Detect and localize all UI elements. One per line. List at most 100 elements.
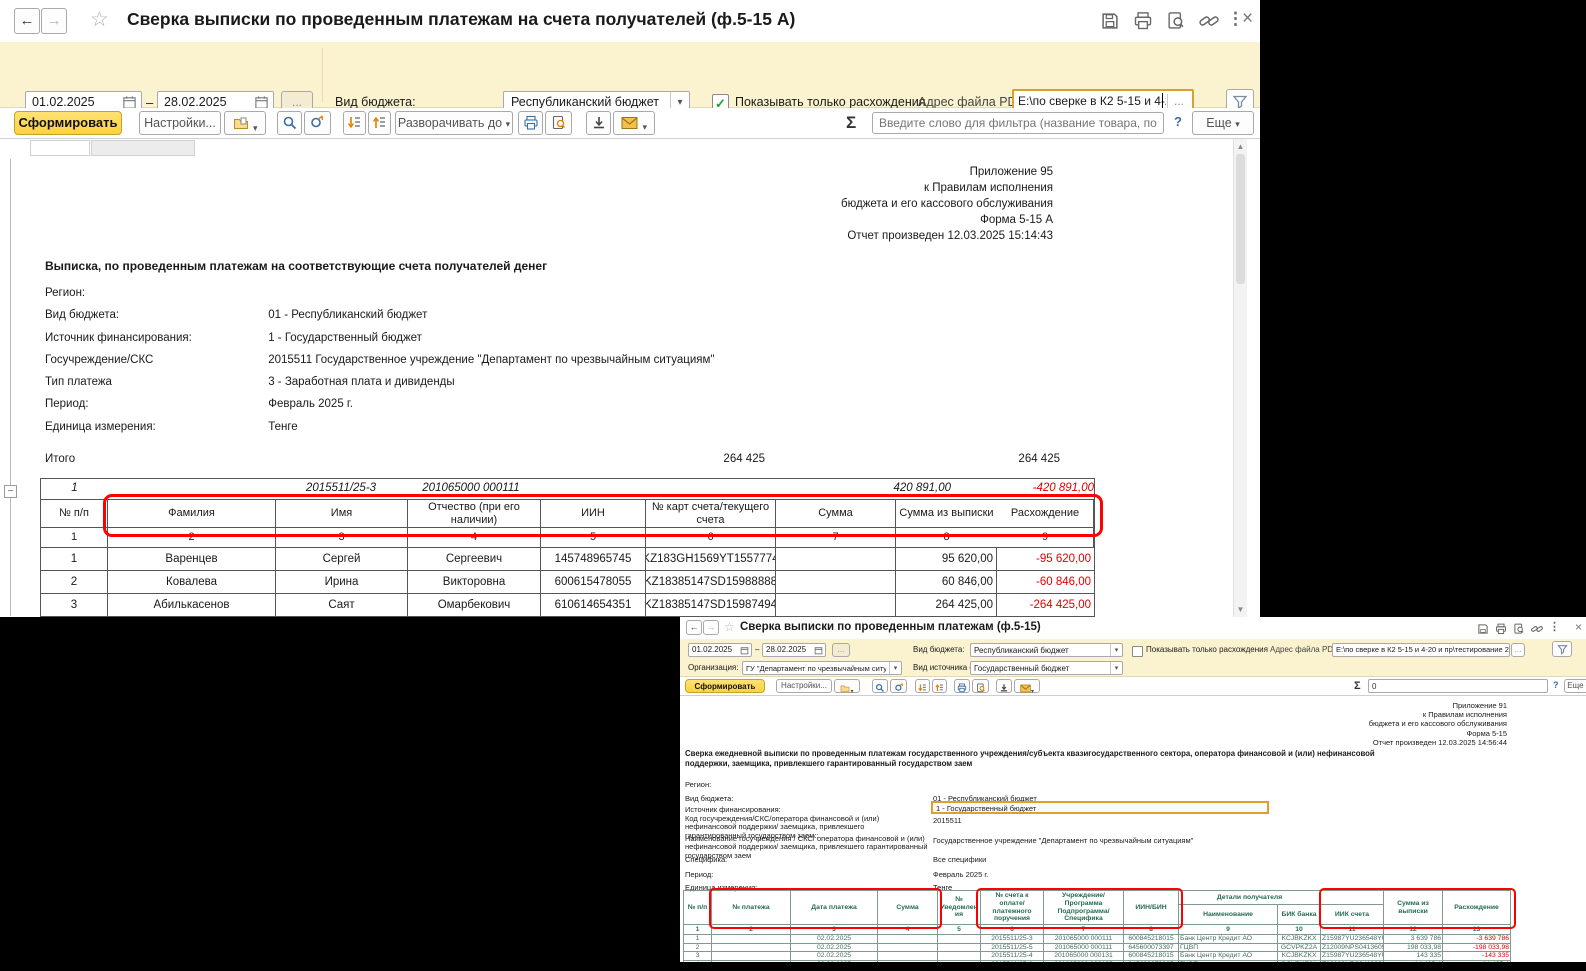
desktop: { "icons": { "back": "←", "forward": "→"…: [0, 0, 1586, 971]
header-notification: № Уведомления: [938, 891, 981, 925]
funding-source-combo[interactable]: Государственный бюджет ▾: [970, 661, 1123, 675]
print-button[interactable]: [1495, 622, 1507, 640]
funnel-icon: [1557, 644, 1568, 655]
get-link-button[interactable]: [1199, 11, 1219, 31]
search-refresh-icon: [309, 115, 326, 131]
chevron-down-icon[interactable]: ▾: [1110, 644, 1122, 656]
help-button[interactable]: ?: [1174, 114, 1182, 129]
cell-iik: Z15987YU236548YU85: [1321, 935, 1384, 944]
scroll-down-icon[interactable]: ▼: [1234, 603, 1247, 616]
find-button[interactable]: [872, 679, 888, 693]
preview-toolbar-button[interactable]: [545, 111, 572, 135]
table-header-cell: Расхождение: [997, 500, 1094, 528]
filter-settings-button[interactable]: [1552, 641, 1572, 657]
table-column-number: 1: [41, 528, 108, 548]
save-file-button[interactable]: [996, 679, 1012, 693]
settings-button[interactable]: Настройки...: [776, 679, 832, 693]
pdf-path-browse-button[interactable]: ...: [1511, 643, 1525, 657]
scroll-up-icon[interactable]: ▲: [1234, 140, 1247, 153]
send-email-button[interactable]: ▾: [613, 111, 655, 135]
totals-value-2: 264 425: [940, 453, 1060, 465]
expand-groups-button[interactable]: [932, 679, 947, 693]
pdf-path-field[interactable]: E:\по сверке в К2 5-15 и 4-20 и: [1018, 94, 1166, 108]
only-differences-label[interactable]: Показывать только расхождения: [1146, 645, 1268, 654]
collapse-groups-button[interactable]: [343, 111, 366, 135]
nav-back-button[interactable]: ←: [14, 8, 40, 34]
only-differences-label[interactable]: Показывать только расхождения: [735, 95, 926, 109]
nav-forward-button[interactable]: →: [41, 8, 67, 34]
sum-value-input[interactable]: [1368, 679, 1548, 693]
print-toolbar-button[interactable]: [518, 111, 543, 135]
close-button[interactable]: ×: [1242, 8, 1253, 30]
report-variants-button[interactable]: ▾: [224, 111, 266, 135]
group-summary-row[interactable]: 1 2015511/25-3 201065000 000111 420 891,…: [40, 478, 1095, 500]
send-email-button[interactable]: ▾: [1014, 679, 1040, 693]
envelope-icon: [1020, 684, 1031, 693]
table-row[interactable]: 3 02.02.2025 2015511/25-4 201065000 0001…: [684, 952, 1511, 961]
cell-difference: -264 425,00: [997, 594, 1094, 617]
save-button[interactable]: [1100, 11, 1120, 31]
close-button[interactable]: ×: [1575, 620, 1582, 634]
cell-difference: -3 639 786: [1443, 935, 1511, 944]
table-row[interactable]: 4 02.02.2025 2015511/25-6 201065000 0001…: [684, 960, 1511, 962]
calendar-icon[interactable]: [814, 646, 823, 657]
chevron-down-icon[interactable]: ▾: [1110, 662, 1122, 674]
generate-button[interactable]: Сформировать: [685, 679, 765, 693]
titlebar: ← → ☆ Сверка выписки по проведенным плат…: [0, 0, 1260, 42]
titlebar: ← → ☆ Сверка выписки по проведенным плат…: [680, 617, 1586, 639]
save-button[interactable]: [1477, 622, 1489, 640]
cell-row-num: 1: [684, 935, 712, 944]
print-button[interactable]: [1133, 11, 1153, 31]
organization-combo[interactable]: ГУ "Департамент по чрезвычайным ситуация…: [742, 661, 902, 675]
date-from-field[interactable]: 01.02.2025: [688, 643, 752, 657]
print-toolbar-button[interactable]: [954, 679, 970, 693]
vertical-scrollbar[interactable]: ▲ ▼: [1233, 139, 1247, 617]
group-collapse-toggle[interactable]: −: [4, 485, 17, 498]
preview-toolbar-button[interactable]: [972, 679, 989, 693]
find-button[interactable]: [277, 111, 302, 135]
pdf-path-browse-button[interactable]: ...: [1167, 94, 1190, 108]
header-sum: Сумма: [878, 891, 938, 925]
favorite-star-icon[interactable]: ☆: [724, 620, 735, 634]
cell-bik: KCJBKZKX: [1278, 952, 1321, 961]
date-to-field[interactable]: 28.02.2025: [762, 643, 826, 657]
field-budget-label: Вид бюджета:: [685, 794, 733, 803]
generate-button[interactable]: Сформировать: [14, 111, 122, 135]
more-actions-button[interactable]: Еще ▾: [1192, 111, 1254, 135]
save-file-button[interactable]: [586, 111, 611, 135]
pdf-path-field[interactable]: E:\по сверке в К2 5-15 и 4-20 и пр\тести…: [1332, 643, 1510, 657]
more-menu-button[interactable]: ⋮: [1549, 620, 1560, 633]
preview-button[interactable]: [1513, 622, 1525, 640]
quick-filter-input[interactable]: [872, 112, 1164, 134]
expand-to-button[interactable]: Разворачивать до ▾: [395, 111, 513, 135]
field-region-label: Регион:: [685, 780, 711, 789]
appendix-line: Отчет произведен 12.03.2025 14:56:44: [1369, 738, 1507, 747]
report-field-row: Вид бюджета: 01 - Республиканский бюджет: [45, 309, 1045, 331]
cell-recipient-name: ГЦВП: [1179, 943, 1278, 952]
scroll-thumb[interactable]: [1236, 154, 1245, 284]
budget-type-combo[interactable]: Республиканский бюджет ▾: [970, 643, 1123, 657]
help-button[interactable]: ?: [1553, 680, 1559, 690]
only-differences-checkbox[interactable]: [1132, 646, 1143, 657]
preview-button[interactable]: [1166, 11, 1186, 31]
cell-account: KZ18385147SD15988888: [646, 571, 776, 594]
collapse-groups-button[interactable]: [915, 679, 930, 693]
chevron-down-icon[interactable]: ▾: [889, 662, 901, 674]
calendar-icon[interactable]: [740, 646, 749, 657]
selected-source-cell[interactable]: 1 - Государственный бюджет: [931, 801, 1269, 814]
get-link-button[interactable]: [1531, 622, 1543, 640]
table-row[interactable]: 1 02.02.2025 2015511/25-3 201065000 0001…: [684, 935, 1511, 944]
budget-type-label: Вид бюджета:: [913, 645, 965, 654]
settings-button[interactable]: Настройки...: [139, 111, 221, 135]
find-next-button[interactable]: [890, 679, 907, 693]
date-period-picker-button[interactable]: ...: [832, 643, 850, 657]
table-row[interactable]: 2 02.02.2025 2015511/25-5 201065000 0001…: [684, 943, 1511, 952]
expand-groups-button[interactable]: [368, 111, 391, 135]
cell-name: Саят: [276, 594, 408, 617]
report-variants-button[interactable]: ▾: [834, 679, 860, 693]
nav-forward-button[interactable]: →: [703, 620, 719, 635]
find-next-button[interactable]: [304, 111, 331, 135]
favorite-star-icon[interactable]: ☆: [90, 7, 109, 32]
nav-back-button[interactable]: ←: [686, 620, 702, 635]
more-actions-button[interactable]: Еще ▾: [1564, 679, 1586, 693]
